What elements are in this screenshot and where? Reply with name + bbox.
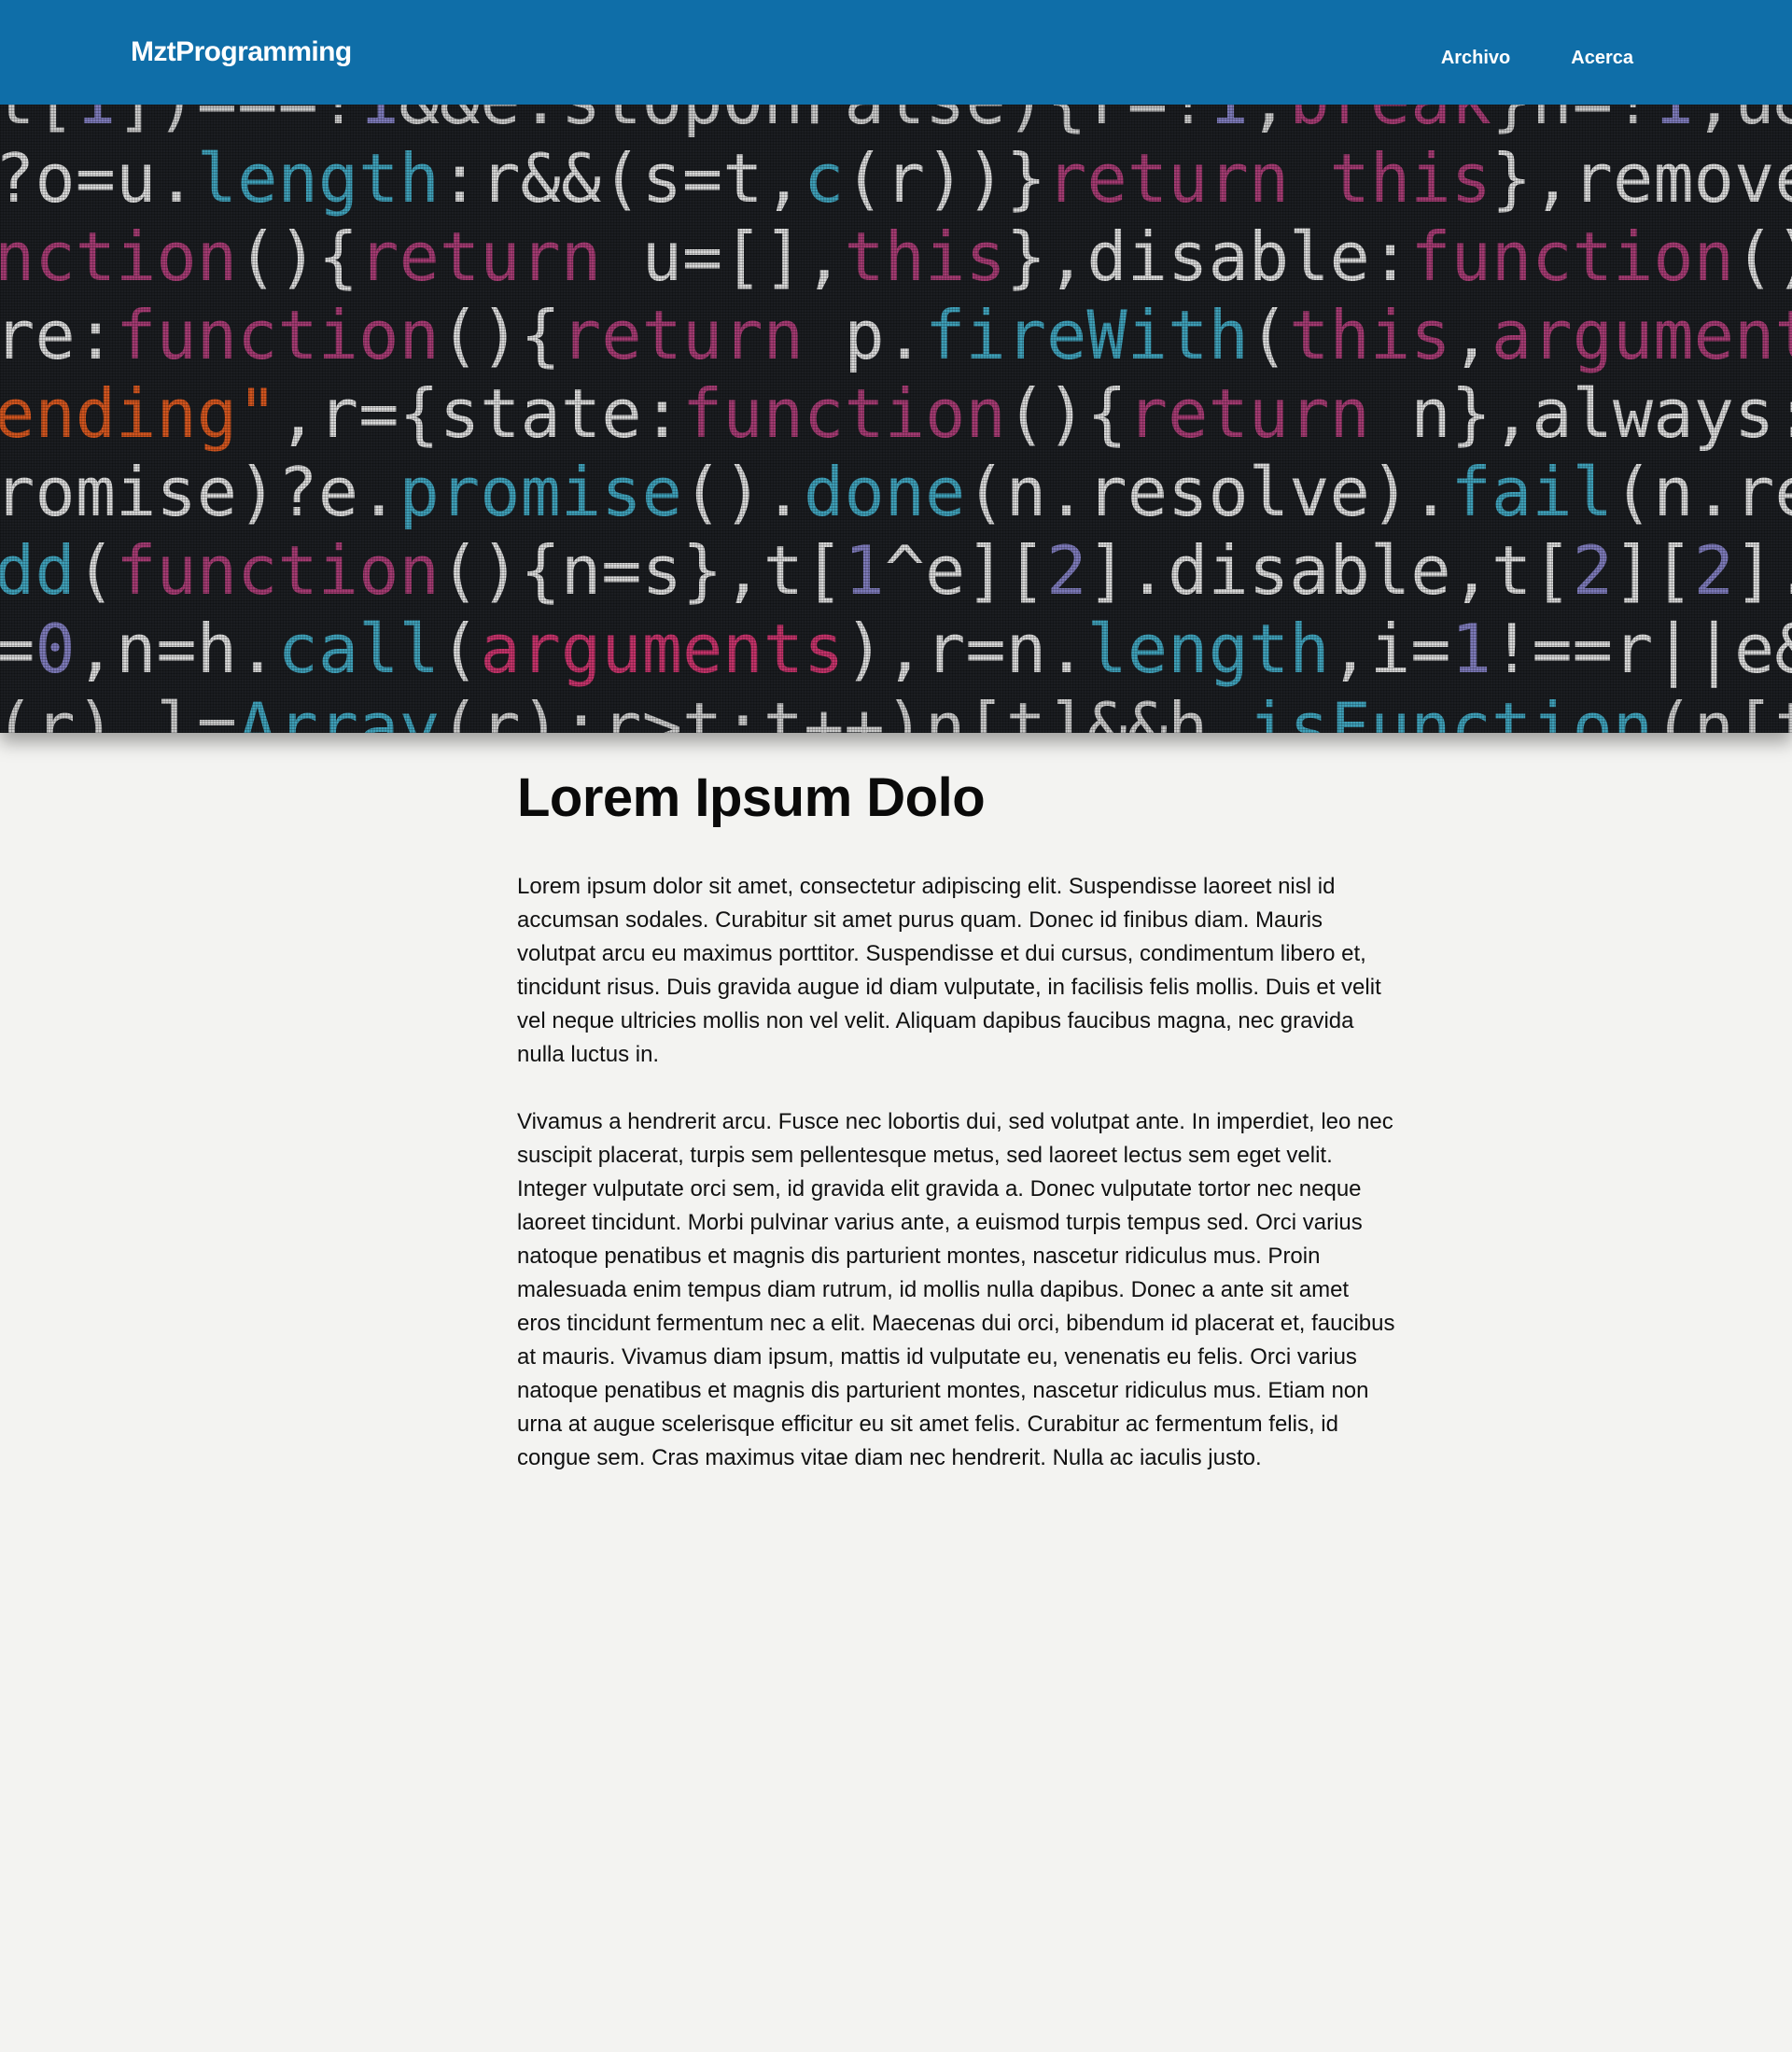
code-token: (r);r>t;t++)n[t]&&h. [440,688,1249,733]
code-token: },remove [1491,139,1792,218]
code-token: () [1734,218,1792,296]
code-line: dd(function(){n=s},t[1^e][2].disable,t[2… [0,531,1792,610]
code-token: fail [1451,453,1613,531]
code-token: function [682,374,1006,453]
article-paragraph: Vivamus a hendrerit arcu. Fusce nec lobo… [517,1108,1395,1470]
code-line: ?o=u.length:r&&(s=t,c(r))}return this},r… [0,139,1792,218]
code-token: },disable: [1006,218,1410,296]
code-token: this [1289,296,1450,374]
code-token: arguments [480,610,844,688]
code-illustration: t[1])===!1&&e.stopOnFalse){r=!1,break}n=… [0,105,1792,733]
code-token: ,n=h. [76,610,278,688]
nav-link-archivo[interactable]: Archivo [1441,47,1510,69]
article-title: Lorem Ipsum Dolo [517,767,986,828]
code-token: 0 [35,610,75,688]
code-token: u=[], [601,218,844,296]
article: Lorem Ipsum Dolo Lorem ipsum dolor sit a… [517,766,1396,1509]
code-token: ])===! [116,105,358,139]
code-token: fireWith [925,296,1249,374]
nav-link-acerca[interactable]: Acerca [1571,47,1633,69]
code-token: 1 [76,105,116,139]
main-nav: Archivo Acerca [1441,47,1633,69]
code-token: 1 [1208,105,1248,139]
code-token: return [1127,374,1370,453]
code-line: t[1])===!1&&e.stopOnFalse){r=!1,break}n=… [0,105,1792,139]
code-token: (r))} [844,139,1046,218]
site-header: MztProgramming Archivo Acerca [0,0,1792,105]
code-token: ]. [1734,531,1792,610]
code-token: re: [0,296,116,374]
code-token: ( [440,610,480,688]
code-token: (n.resolve). [965,453,1450,531]
code-token: n},always: [1370,374,1792,453]
code-line: ending",r={state:function(){return n},al… [0,374,1792,453]
code-token: t[ [0,105,76,139]
code-token: return this [1046,139,1491,218]
code-token: length [1086,610,1329,688]
code-token: 2 [1046,531,1086,610]
code-token: ( [1249,296,1289,374]
code-line: re:function(){return p.fireWith(this,arg… [0,296,1792,374]
code-token: ^e][ [885,531,1046,610]
code-token: 1 [1451,610,1491,688]
code-token: return [561,296,804,374]
code-token: c [804,139,844,218]
code-token: promise [399,453,681,531]
code-token: this [844,218,1005,296]
code-token: function [116,531,440,610]
code-token: p. [804,296,925,374]
code-token: , [1451,296,1491,374]
code-token: (r),l= [0,688,237,733]
code-token: isFunction [1249,688,1653,733]
brand-logo-link[interactable]: MztProgramming [131,35,352,69]
code-token: call [277,610,439,688]
code-token: = [0,610,35,688]
code-token: arguments [1491,296,1792,374]
code-token: length [197,139,440,218]
code-token: (){n=s},t[ [440,531,844,610]
code-token: ].disable,t[ [1086,531,1572,610]
code-token: 1 [1653,105,1693,139]
code-token: , [1249,105,1289,139]
code-token: 2 [1694,531,1734,610]
code-token: Array [237,688,440,733]
code-token: :r&&(s=t, [440,139,804,218]
code-token: (). [682,453,804,531]
code-token: ending" [0,374,277,453]
code-token: ( [76,531,116,610]
code-line: (r),l=Array(r);r>t;t++)n[t]&&h.isFunctio… [0,688,1792,733]
code-token: ,i= [1330,610,1451,688]
hero-code-image: t[1])===!1&&e.stopOnFalse){r=!1,break}n=… [0,105,1792,733]
code-token: ?o=u. [0,139,197,218]
code-token: ,r={state: [277,374,681,453]
code-token: 2 [1573,531,1613,610]
code-token: }n=! [1491,105,1653,139]
code-token: break [1289,105,1491,139]
code-token: 1 [844,531,884,610]
code-token: (){ [440,296,561,374]
code-token: (){ [1006,374,1127,453]
code-line: nction(){return u=[],this},disable:funct… [0,218,1792,296]
code-token: ,u&& [1694,105,1792,139]
code-token: nction [0,218,237,296]
code-token: ][ [1613,531,1694,610]
article-paragraph: Lorem ipsum dolor sit amet, consectetur … [517,873,1381,1067]
code-token: return [358,218,601,296]
code-token: ),r=n. [844,610,1086,688]
code-token: done [804,453,965,531]
code-token: &&e.stopOnFalse){r=! [399,105,1209,139]
code-token: (n.re [1613,453,1792,531]
code-token: function [116,296,440,374]
code-token: (n[t [1653,688,1792,733]
code-line: =0,n=h.call(arguments),r=n.length,i=1!==… [0,610,1792,689]
code-token: (){ [237,218,358,296]
code-token: !==r||e&& [1491,610,1792,689]
code-token: 1 [358,105,399,139]
code-token: dd [0,531,76,610]
code-token: function [1410,218,1734,296]
code-line: romise)?e.promise().done(n.resolve).fail… [0,453,1792,531]
code-token: romise)?e. [0,453,399,531]
